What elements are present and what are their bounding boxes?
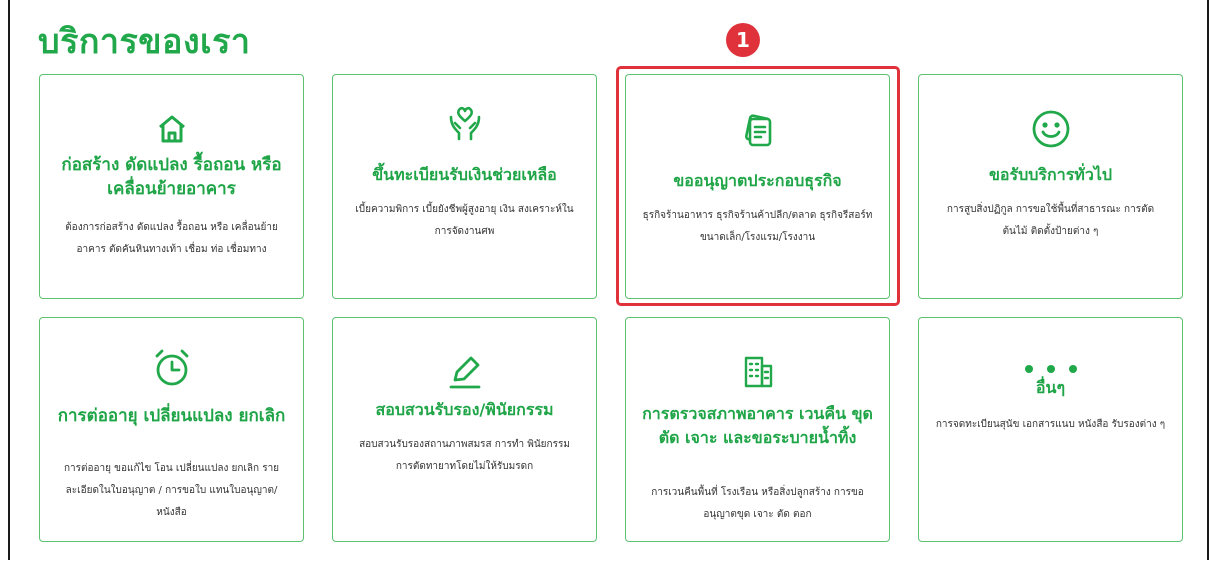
heart-hands-icon bbox=[445, 103, 485, 147]
highlight-box bbox=[616, 66, 900, 306]
service-card-construction[interactable]: ก่อสร้าง ดัดแปลง รื้อถอน หรือเคลื่อนย้าย… bbox=[39, 74, 304, 299]
pencil-icon bbox=[445, 352, 485, 396]
smiley-icon bbox=[1031, 109, 1071, 153]
card-title: สอบสวนรับรอง/พินัยกรรม bbox=[375, 400, 554, 419]
card-description: เบี้ยความพิการ เบี้ยยังชีพผู้สูงอายุ เงิ… bbox=[355, 204, 574, 237]
card-description: ต้องการก่อสร้าง ดัดแปลง รื้อถอน หรือ เคล… bbox=[65, 222, 278, 255]
card-title: ขอรับบริการทั่วไป bbox=[988, 165, 1113, 184]
card-title: การต่ออายุ เปลี่ยนแปลง ยกเลิก bbox=[57, 406, 286, 426]
service-card-inspection[interactable]: การตรวจสภาพอาคาร เวนคืน ขุด ตัด เจาะ และ… bbox=[625, 317, 890, 542]
service-card-assistance[interactable]: ขึ้นทะเบียนรับเงินช่วยเหลือ เบี้ยความพิก… bbox=[332, 74, 597, 299]
card-description: การเวนคืนพื้นที่ โรงเรือน หรือสิ่งปลูกสร… bbox=[651, 487, 864, 520]
step-badge: 1 bbox=[726, 23, 760, 57]
card-description: การจดทะเบียนสุนัข เอกสารแนบ หนังสือ รับร… bbox=[935, 419, 1166, 430]
card-description: การสูบสิ่งปฏิกูล การขอใช้พื้นที่สาธารณะ … bbox=[946, 204, 1155, 237]
service-card-others[interactable]: อื่นๆ การจดทะเบียนสุนัข เอกสารแนบ หนังสื… bbox=[918, 317, 1183, 542]
card-title: ก่อสร้าง ดัดแปลง รื้อถอน หรือเคลื่อนย้าย… bbox=[61, 155, 282, 199]
card-description: สอบสวนรับรองสถานภาพสมรส การทำ พินัยกรรม … bbox=[359, 439, 570, 472]
page-title: บริการของเรา bbox=[38, 22, 251, 62]
service-card-general[interactable]: ขอรับบริการทั่วไป การสูบสิ่งปฏิกูล การขอ… bbox=[918, 74, 1183, 299]
card-title: อื่นๆ bbox=[1035, 378, 1066, 397]
service-card-renewal[interactable]: การต่ออายุ เปลี่ยนแปลง ยกเลิก การต่ออายุ… bbox=[39, 317, 304, 542]
building-icon bbox=[740, 354, 776, 394]
card-title: ขึ้นทะเบียนรับเงินช่วยเหลือ bbox=[372, 165, 557, 184]
service-card-certification[interactable]: สอบสวนรับรอง/พินัยกรรม สอบสวนรับรองสถานภ… bbox=[332, 317, 597, 542]
alarm-clock-icon bbox=[152, 348, 192, 392]
card-description: การต่ออายุ ขอแก้ไข โอน เปลี่ยนแปลง ยกเลิ… bbox=[63, 463, 280, 518]
home-icon bbox=[156, 113, 188, 149]
card-title: การตรวจสภาพอาคาร เวนคืน ขุด ตัด เจาะ และ… bbox=[642, 404, 873, 447]
